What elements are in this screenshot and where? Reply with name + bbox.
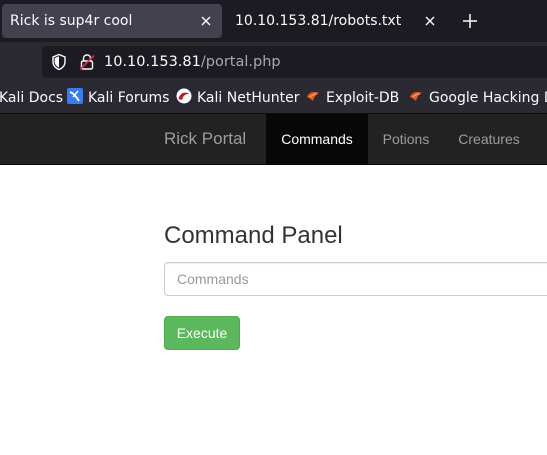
tab-title: 10.10.153.81/robots.txt bbox=[235, 13, 402, 29]
bookmark-google-hacking[interactable]: Google Hacking D bbox=[408, 82, 547, 114]
nav-creatures[interactable]: Creatures bbox=[444, 114, 534, 164]
browser-tab-active[interactable]: Rick is sup4r cool bbox=[2, 4, 222, 38]
browser-toolbar: 10.10.153.81/portal.php bbox=[0, 42, 547, 82]
tab-title: Rick is sup4r cool bbox=[10, 13, 133, 29]
bookmark-label: Google Hacking D bbox=[429, 90, 547, 106]
exploit-db-icon bbox=[408, 88, 429, 108]
nav-commands[interactable]: Commands bbox=[266, 114, 368, 164]
bookmark-kali-nethunter[interactable]: Kali NetHunter bbox=[176, 82, 299, 114]
url-bar[interactable]: 10.10.153.81/portal.php bbox=[42, 46, 547, 78]
browser-tab[interactable]: 10.10.153.81/robots.txt bbox=[226, 4, 446, 38]
url-path: /portal.php bbox=[200, 54, 281, 70]
bookmark-label: Kali Forums bbox=[88, 90, 170, 106]
page-title: Command Panel bbox=[164, 222, 343, 249]
site-navbar: Rick Portal Commands Potions Creatures bbox=[0, 114, 547, 165]
bookmark-label: Kali Docs bbox=[0, 90, 64, 106]
execute-button[interactable]: Execute bbox=[164, 316, 240, 350]
bookmarks-bar: Kali Docs Kali Forums Kali NetHunter Exp… bbox=[0, 82, 547, 114]
close-icon[interactable] bbox=[196, 11, 216, 31]
shield-icon[interactable] bbox=[50, 53, 68, 71]
bookmark-exploit-db[interactable]: Exploit-DB bbox=[305, 82, 399, 114]
close-icon[interactable] bbox=[420, 11, 440, 31]
browser-tab-strip: Rick is sup4r cool 10.10.153.81/robots.t… bbox=[0, 0, 547, 42]
site-brand[interactable]: Rick Portal bbox=[164, 114, 246, 164]
nav-potions[interactable]: Potions bbox=[368, 114, 444, 164]
url-host: 10.10.153.81 bbox=[104, 54, 201, 70]
url-text[interactable]: 10.10.153.81/portal.php bbox=[104, 46, 281, 78]
bookmark-kali-forums[interactable]: Kali Forums bbox=[67, 82, 169, 114]
kali-nethunter-icon bbox=[176, 88, 197, 108]
bookmark-label: Exploit-DB bbox=[326, 90, 400, 106]
exploit-db-icon bbox=[305, 88, 326, 108]
bookmark-kali-docs[interactable]: Kali Docs bbox=[0, 82, 63, 114]
insecure-lock-icon[interactable] bbox=[78, 53, 96, 71]
commands-input[interactable] bbox=[164, 262, 547, 296]
bookmark-label: Kali NetHunter bbox=[197, 90, 300, 106]
kali-forums-icon bbox=[67, 88, 88, 108]
plus-icon[interactable] bbox=[458, 9, 482, 33]
